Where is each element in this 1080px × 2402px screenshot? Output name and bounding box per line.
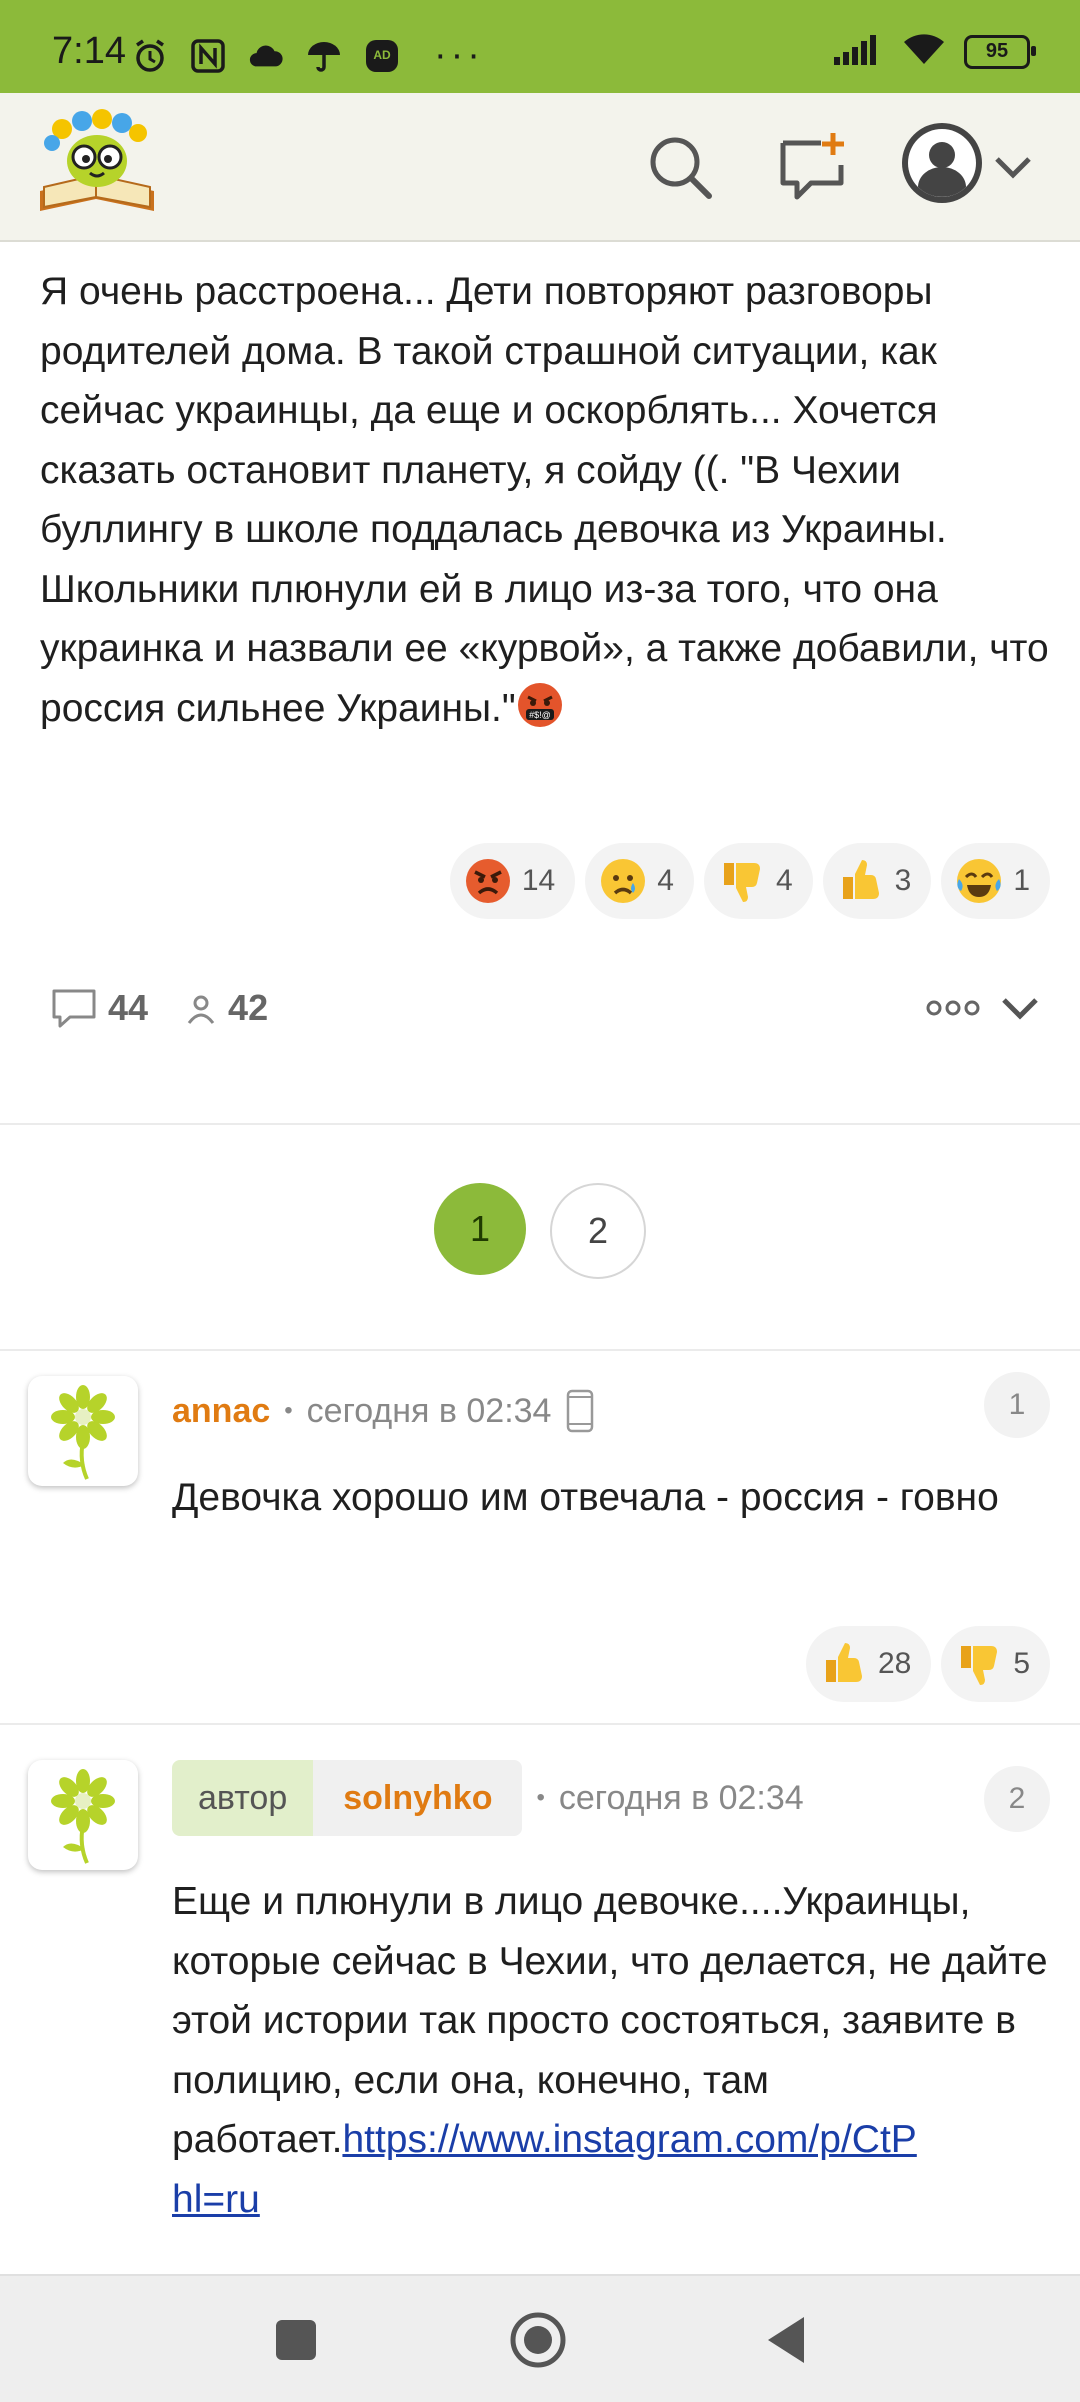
- thumbs-down-icon: [961, 1646, 998, 1685]
- instagram-link[interactable]: https://www.instagram.com/p/CtP: [342, 2118, 916, 2161]
- tears-of-joy-icon: [957, 859, 1002, 903]
- chevron-down-icon[interactable]: [978, 129, 1048, 205]
- battery-icon: 95: [964, 34, 1036, 69]
- crying-face-icon: [601, 859, 646, 903]
- author-label: автор: [172, 1760, 314, 1836]
- post-stats: 44 42: [50, 983, 1040, 1033]
- flower-avatar-icon: [51, 1769, 115, 1864]
- comment: annac • сегодня в 02:34 1 Девочка хорошо…: [0, 1372, 1080, 1722]
- reaction-dislike[interactable]: 4: [703, 843, 813, 919]
- mobile-phone-icon: [567, 1389, 594, 1433]
- user-avatar-icon[interactable]: [900, 121, 984, 205]
- comment-text: Девочка хорошо им отвечала - россия - го…: [172, 1476, 999, 1519]
- separator-dot: •: [536, 1784, 545, 1811]
- comments-count[interactable]: 44: [50, 987, 148, 1029]
- author-badge: автор solnyhko: [172, 1760, 523, 1836]
- reaction-angry[interactable]: 14: [449, 843, 576, 919]
- status-right: 95: [834, 32, 1036, 71]
- comment-reactions: 28 5: [805, 1626, 1050, 1702]
- recents-square-icon[interactable]: [266, 2310, 326, 2370]
- person-icon: [187, 995, 215, 1024]
- reaction-like[interactable]: 28: [805, 1626, 932, 1702]
- reaction-count: 3: [894, 864, 912, 897]
- comment-header: annac • сегодня в 02:34: [172, 1388, 595, 1434]
- reaction-count: 14: [521, 864, 556, 897]
- comment-text: Еще и плюнули в лицо девочке....Украинцы…: [172, 1872, 1052, 2276]
- svg-text:#$!@: #$!@: [529, 710, 551, 720]
- comment-number[interactable]: 2: [984, 1766, 1050, 1832]
- umbrella-icon: [306, 38, 342, 74]
- more-options-icon[interactable]: [926, 983, 980, 1033]
- reaction-like[interactable]: 3: [822, 843, 932, 919]
- angry-face-icon: [465, 859, 510, 903]
- adblock-icon: AD: [364, 38, 400, 74]
- more-dots-icon: ···: [434, 34, 484, 76]
- page-1-button[interactable]: 1: [434, 1183, 526, 1275]
- status-bar: 7:14 AD ··· 95: [0, 0, 1080, 93]
- reaction-count: 4: [775, 864, 793, 897]
- thumbs-down-icon: [723, 863, 760, 902]
- cursing-face-icon: #$!@: [516, 681, 564, 729]
- thumbs-up-icon: [842, 860, 879, 899]
- reaction-count: 28: [877, 1647, 912, 1680]
- instagram-link-tail[interactable]: hl=ru: [172, 2178, 260, 2221]
- reaction-count: 4: [657, 864, 674, 897]
- comment-time: сегодня в 02:34: [306, 1391, 552, 1430]
- post-reactions: 14 4 4 3 1: [449, 843, 1050, 919]
- back-triangle-icon[interactable]: [756, 2310, 816, 2370]
- comment-bubble-icon: [52, 989, 96, 1028]
- status-icons: AD ···: [132, 34, 484, 77]
- avatar[interactable]: [28, 1376, 138, 1486]
- cloud-icon: [248, 38, 284, 74]
- site-logo[interactable]: [34, 107, 160, 217]
- nfc-icon: [190, 38, 226, 74]
- thumbs-up-icon: [825, 1643, 862, 1682]
- alarm-icon: [132, 38, 168, 74]
- participants-count-value: 42: [228, 987, 269, 1028]
- page-2-button[interactable]: 2: [550, 1183, 646, 1279]
- post-text: Я очень расстроена... Дети повторяют раз…: [40, 262, 1050, 738]
- reaction-count: 5: [1013, 1647, 1030, 1680]
- reaction-dislike[interactable]: 5: [941, 1626, 1050, 1702]
- system-nav-bar: [0, 2274, 1080, 2402]
- participants-count[interactable]: 42: [184, 987, 268, 1029]
- divider: [0, 1349, 1080, 1351]
- avatar[interactable]: [28, 1760, 138, 1870]
- comment-time: сегодня в 02:34: [558, 1778, 804, 1817]
- comment: автор solnyhko • сегодня в 02:34 2 Еще и…: [0, 1760, 1080, 2274]
- status-time: 7:14: [52, 30, 126, 72]
- reaction-count: 1: [1013, 864, 1030, 897]
- pagination: 1 2: [434, 1183, 646, 1279]
- post-body: Я очень расстроена... Дети повторяют раз…: [40, 270, 1049, 730]
- reaction-laugh[interactable]: 1: [941, 843, 1050, 919]
- new-topic-icon[interactable]: [775, 129, 851, 205]
- wifi-icon: [902, 32, 946, 71]
- divider: [0, 1723, 1080, 1725]
- svg-text:AD: AD: [373, 48, 391, 62]
- app-header: [0, 93, 1080, 242]
- separator-dot: •: [284, 1397, 293, 1424]
- search-icon[interactable]: [642, 129, 718, 205]
- comments-count-value: 44: [108, 987, 149, 1028]
- comment-author[interactable]: solnyhko: [313, 1760, 523, 1836]
- signal-icon: [834, 33, 884, 70]
- flower-avatar-icon: [51, 1385, 115, 1480]
- divider: [0, 1123, 1080, 1125]
- comment-number[interactable]: 1: [984, 1372, 1050, 1438]
- expand-chevron-icon[interactable]: [1000, 983, 1040, 1033]
- comment-header: автор solnyhko • сегодня в 02:34: [172, 1760, 804, 1836]
- comment-author[interactable]: annac: [172, 1392, 270, 1431]
- reaction-crying[interactable]: 4: [585, 843, 694, 919]
- home-circle-icon[interactable]: [508, 2310, 568, 2370]
